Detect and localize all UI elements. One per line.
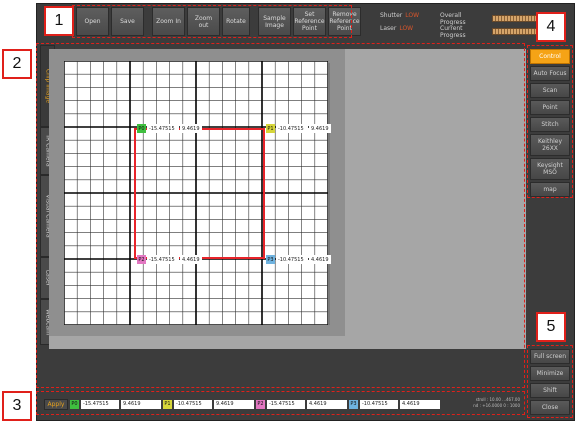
point-marker-p3[interactable]: P3 -10.47515 4.4619	[266, 255, 331, 264]
minimize-button[interactable]: Minimize	[530, 366, 570, 381]
point-marker-p0[interactable]: P0 -15.47515 9.4619	[137, 124, 202, 133]
point-tag: P0	[137, 124, 146, 133]
rotate-button[interactable]: Rotate	[222, 7, 250, 36]
point-x-value: -10.47515	[276, 255, 308, 264]
annotation-label-2: 2	[2, 49, 32, 79]
keysight-button[interactable]: Keysight MSO	[530, 158, 570, 180]
coordinates-readout: stroll : 10.00 ...467.00 nd : +16.0000 0…	[473, 397, 520, 408]
p0-x-input[interactable]: -15.47515	[81, 399, 119, 409]
open-button[interactable]: Open	[76, 7, 109, 36]
p0-tag: P0	[70, 399, 79, 409]
auto-focus-button[interactable]: Auto Focus	[530, 66, 570, 81]
annotation-label-5: 5	[536, 312, 566, 342]
shutter-status: LOW	[405, 12, 420, 19]
set-reference-point-button[interactable]: Set Reference Point	[293, 7, 326, 36]
p2-tag: P2	[256, 399, 265, 409]
p3-tag: P3	[349, 399, 358, 409]
reference-points-bar: Apply P0 -15.47515 9.4619 P1 -10.47515 9…	[40, 395, 526, 413]
zoom-in-button[interactable]: Zoom In	[152, 7, 185, 36]
stitch-button[interactable]: Stitch	[530, 117, 570, 132]
point-tag: P1	[266, 124, 275, 133]
chip-image-viewport[interactable]: P0 -15.47515 9.4619 P1 -10.47515 9.4619 …	[49, 49, 526, 349]
p1-x-input[interactable]: -10.47515	[174, 399, 212, 409]
p2-y-input[interactable]: 4.4619	[307, 399, 347, 409]
p1-tag: P1	[163, 399, 172, 409]
point-marker-p1[interactable]: P1 -10.47515 9.4619	[266, 124, 331, 133]
shift-button[interactable]: Shift	[530, 383, 570, 398]
control-panel: Control Auto Focus Scan Point Stitch Kei…	[530, 49, 570, 199]
scan-button[interactable]: Scan	[530, 83, 570, 98]
save-button[interactable]: Save	[111, 7, 144, 36]
window-controls: Full screen Minimize Shift Close	[530, 349, 570, 417]
keithley-button[interactable]: Keithley 26XX	[530, 134, 570, 156]
laser-status: LOW	[399, 25, 414, 32]
point-x-value: -10.47515	[276, 124, 308, 133]
point-x-value: -15.47515	[147, 255, 179, 264]
shutter-label: Shutter	[380, 12, 403, 19]
point-tag: P3	[266, 255, 275, 264]
p3-y-input[interactable]: 4.4619	[400, 399, 440, 409]
apply-button[interactable]: Apply	[44, 398, 68, 410]
remove-reference-point-button[interactable]: Remove Reference Point	[328, 7, 361, 36]
overall-progress-label: Overall Progress	[440, 11, 466, 26]
zoom-out-button[interactable]: Zoom out	[187, 7, 220, 36]
point-y-value: 4.4619	[180, 255, 202, 264]
toolbar: Open Save Zoom In Zoom out Rotate Sample…	[76, 7, 361, 36]
point-y-value: 9.4619	[180, 124, 202, 133]
point-tag: P2	[137, 255, 146, 264]
control-button[interactable]: Control	[530, 49, 570, 64]
annotation-label-3: 3	[2, 391, 32, 421]
p3-x-input[interactable]: -10.47515	[360, 399, 398, 409]
p2-x-input[interactable]: -15.47515	[267, 399, 305, 409]
laser-label: Laser	[380, 25, 397, 32]
hardware-status: Shutter LOW Laser LOW	[380, 12, 419, 38]
chip-grid[interactable]	[64, 61, 328, 325]
map-button[interactable]: map	[530, 182, 570, 197]
close-button[interactable]: Close	[530, 400, 570, 415]
point-button[interactable]: Point	[530, 100, 570, 115]
point-marker-p2[interactable]: P2 -15.47515 4.4619	[137, 255, 202, 264]
annotation-label-4: 4	[536, 12, 566, 42]
sample-image-button[interactable]: Sample Image	[258, 7, 291, 36]
point-y-value: 4.4619	[309, 255, 331, 264]
point-x-value: -15.47515	[147, 124, 179, 133]
annotation-label-1: 1	[44, 6, 74, 36]
p1-y-input[interactable]: 9.4619	[214, 399, 254, 409]
full-screen-button[interactable]: Full screen	[530, 349, 570, 364]
current-progress-label: Current Progress	[440, 24, 466, 39]
p0-y-input[interactable]: 9.4619	[121, 399, 161, 409]
point-y-value: 9.4619	[309, 124, 331, 133]
